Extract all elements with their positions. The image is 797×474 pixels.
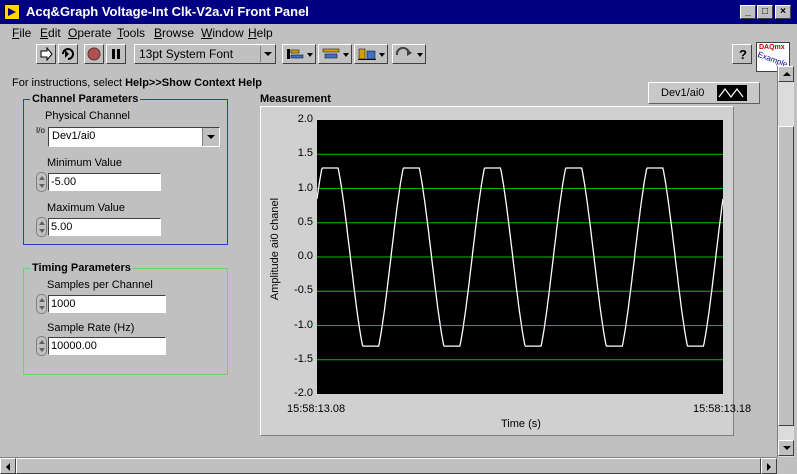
daqmx-badge-top: DAQmx bbox=[759, 44, 785, 51]
x-axis-label: Time (s) bbox=[501, 418, 541, 430]
y-axis-label-holder: Amplitude ai0 chanel bbox=[265, 163, 285, 343]
run-button[interactable] bbox=[36, 44, 56, 64]
font-select[interactable]: 13pt System Font bbox=[134, 44, 276, 64]
align-objects-icon bbox=[287, 49, 313, 59]
menu-edit[interactable]: Edit bbox=[40, 26, 61, 40]
x-axis-start-label: 15:58:13.08 bbox=[287, 403, 346, 415]
pause-button[interactable] bbox=[106, 44, 126, 64]
menu-help[interactable]: Help bbox=[248, 26, 273, 40]
title-bar: Acq&Graph Voltage-Int Clk-V2a.vi Front P… bbox=[0, 0, 797, 24]
y-axis-label: Amplitude ai0 chanel bbox=[269, 197, 281, 301]
y-tick-label: -2.0 bbox=[294, 387, 313, 399]
window-title: Acq&Graph Voltage-Int Clk-V2a.vi Front P… bbox=[26, 4, 309, 19]
toolbar: 13pt System Font ? DAQmx Example bbox=[0, 42, 797, 72]
distribute-objects-dropdown[interactable] bbox=[318, 44, 352, 64]
chevron-right-icon bbox=[767, 463, 771, 471]
scroll-left-button[interactable] bbox=[0, 458, 16, 474]
vertical-scrollbar[interactable] bbox=[777, 66, 794, 457]
maximum-value-field[interactable]: 5.00 bbox=[48, 218, 161, 236]
x-axis-end-label: 15:58:13.18 bbox=[693, 403, 752, 415]
chevron-down-icon bbox=[207, 135, 215, 139]
samples-per-channel-spinner[interactable] bbox=[36, 294, 47, 314]
horizontal-scroll-thumb[interactable] bbox=[16, 458, 761, 474]
instructions-menu-path: Help>>Show Context Help bbox=[125, 77, 263, 89]
physical-channel-dropdown-button[interactable] bbox=[202, 128, 219, 146]
channel-parameters-group: Channel Parameters Physical Channel I/o … bbox=[23, 93, 228, 245]
menu-bar: File Edit Operate Tools Browse Window He… bbox=[0, 24, 797, 42]
io-glyph: I/o bbox=[36, 126, 45, 135]
physical-channel-label: Physical Channel bbox=[45, 110, 130, 122]
channel-parameters-title: Channel Parameters bbox=[30, 93, 141, 105]
horizontal-scrollbar[interactable] bbox=[0, 457, 777, 474]
sample-rate-spinner[interactable] bbox=[36, 336, 47, 356]
scroll-thumb[interactable] bbox=[778, 126, 794, 426]
physical-channel-value: Dev1/ai0 bbox=[52, 130, 96, 142]
run-continuously-icon bbox=[62, 48, 74, 60]
physical-channel-select[interactable]: Dev1/ai0 bbox=[48, 127, 220, 147]
minimize-button[interactable]: _ bbox=[740, 5, 756, 19]
minimum-value-spinner[interactable] bbox=[36, 172, 47, 192]
samples-per-channel-label: Samples per Channel bbox=[47, 279, 153, 291]
help-question-icon: ? bbox=[739, 47, 747, 62]
run-arrow-icon bbox=[40, 46, 53, 62]
maximum-value-label: Maximum Value bbox=[47, 202, 126, 214]
sample-rate-label: Sample Rate (Hz) bbox=[47, 322, 135, 334]
maximize-button[interactable]: □ bbox=[757, 5, 773, 19]
pause-icon bbox=[112, 49, 120, 59]
menu-browse[interactable]: Browse bbox=[154, 26, 194, 40]
abort-button[interactable] bbox=[84, 44, 104, 64]
menu-file[interactable]: File bbox=[12, 26, 31, 40]
legend-swatch bbox=[717, 85, 747, 101]
menu-operate[interactable]: Operate bbox=[68, 26, 111, 40]
minimum-value-label: Minimum Value bbox=[47, 157, 122, 169]
plot-area[interactable] bbox=[317, 120, 723, 394]
y-tick-label: -1.5 bbox=[294, 352, 313, 365]
timing-parameters-title: Timing Parameters bbox=[30, 262, 133, 274]
instructions-text: For instructions, select Help>>Show Cont… bbox=[12, 77, 262, 89]
plot-legend[interactable]: Dev1/ai0 bbox=[648, 82, 760, 104]
close-button[interactable]: × bbox=[775, 5, 791, 19]
font-select-value: 13pt System Font bbox=[139, 47, 234, 61]
timing-parameters-group: Timing Parameters Samples per Channel 10… bbox=[23, 262, 228, 375]
resize-objects-dropdown[interactable] bbox=[354, 44, 388, 64]
chevron-up-icon bbox=[783, 72, 791, 76]
distribute-objects-icon bbox=[322, 48, 349, 59]
resize-objects-icon bbox=[358, 48, 385, 60]
scroll-right-button[interactable] bbox=[761, 458, 777, 474]
chevron-left-icon bbox=[6, 463, 10, 471]
context-help-button[interactable]: ? bbox=[732, 44, 752, 64]
run-continuously-button[interactable] bbox=[58, 44, 78, 64]
samples-per-channel-field[interactable]: 1000 bbox=[48, 295, 166, 313]
sample-rate-field[interactable]: 10000.00 bbox=[48, 337, 166, 355]
stop-circle-icon bbox=[87, 47, 101, 61]
minimum-value-field[interactable]: -5.00 bbox=[48, 173, 161, 191]
io-icon: I/o bbox=[36, 126, 48, 146]
menu-window[interactable]: Window bbox=[201, 26, 244, 40]
chevron-down-icon bbox=[783, 446, 791, 450]
graph-title: Measurement bbox=[260, 93, 331, 105]
y-tick-label: 2.0 bbox=[297, 113, 313, 125]
waveform-graph[interactable]: 2.0 1.5 1.0 0.5 0.0 -0.5 -1.0 -1.5 -2.0 Amplitud… bbox=[260, 106, 751, 436]
reorder-dropdown[interactable] bbox=[392, 44, 426, 64]
legend-label: Dev1/ai0 bbox=[661, 87, 705, 99]
menu-tools[interactable]: Tools bbox=[117, 26, 145, 40]
instructions-prefix: For instructions, select bbox=[12, 77, 126, 89]
font-select-divider bbox=[260, 46, 261, 62]
maximum-value-spinner[interactable] bbox=[36, 217, 47, 237]
scroll-up-button[interactable] bbox=[778, 66, 794, 82]
align-objects-dropdown[interactable] bbox=[282, 44, 316, 64]
labview-app-icon[interactable] bbox=[4, 4, 20, 20]
y-tick-label: 1.5 bbox=[297, 147, 313, 160]
reorder-icon bbox=[395, 46, 423, 57]
chevron-down-icon bbox=[264, 52, 272, 56]
scroll-down-button[interactable] bbox=[778, 440, 794, 456]
